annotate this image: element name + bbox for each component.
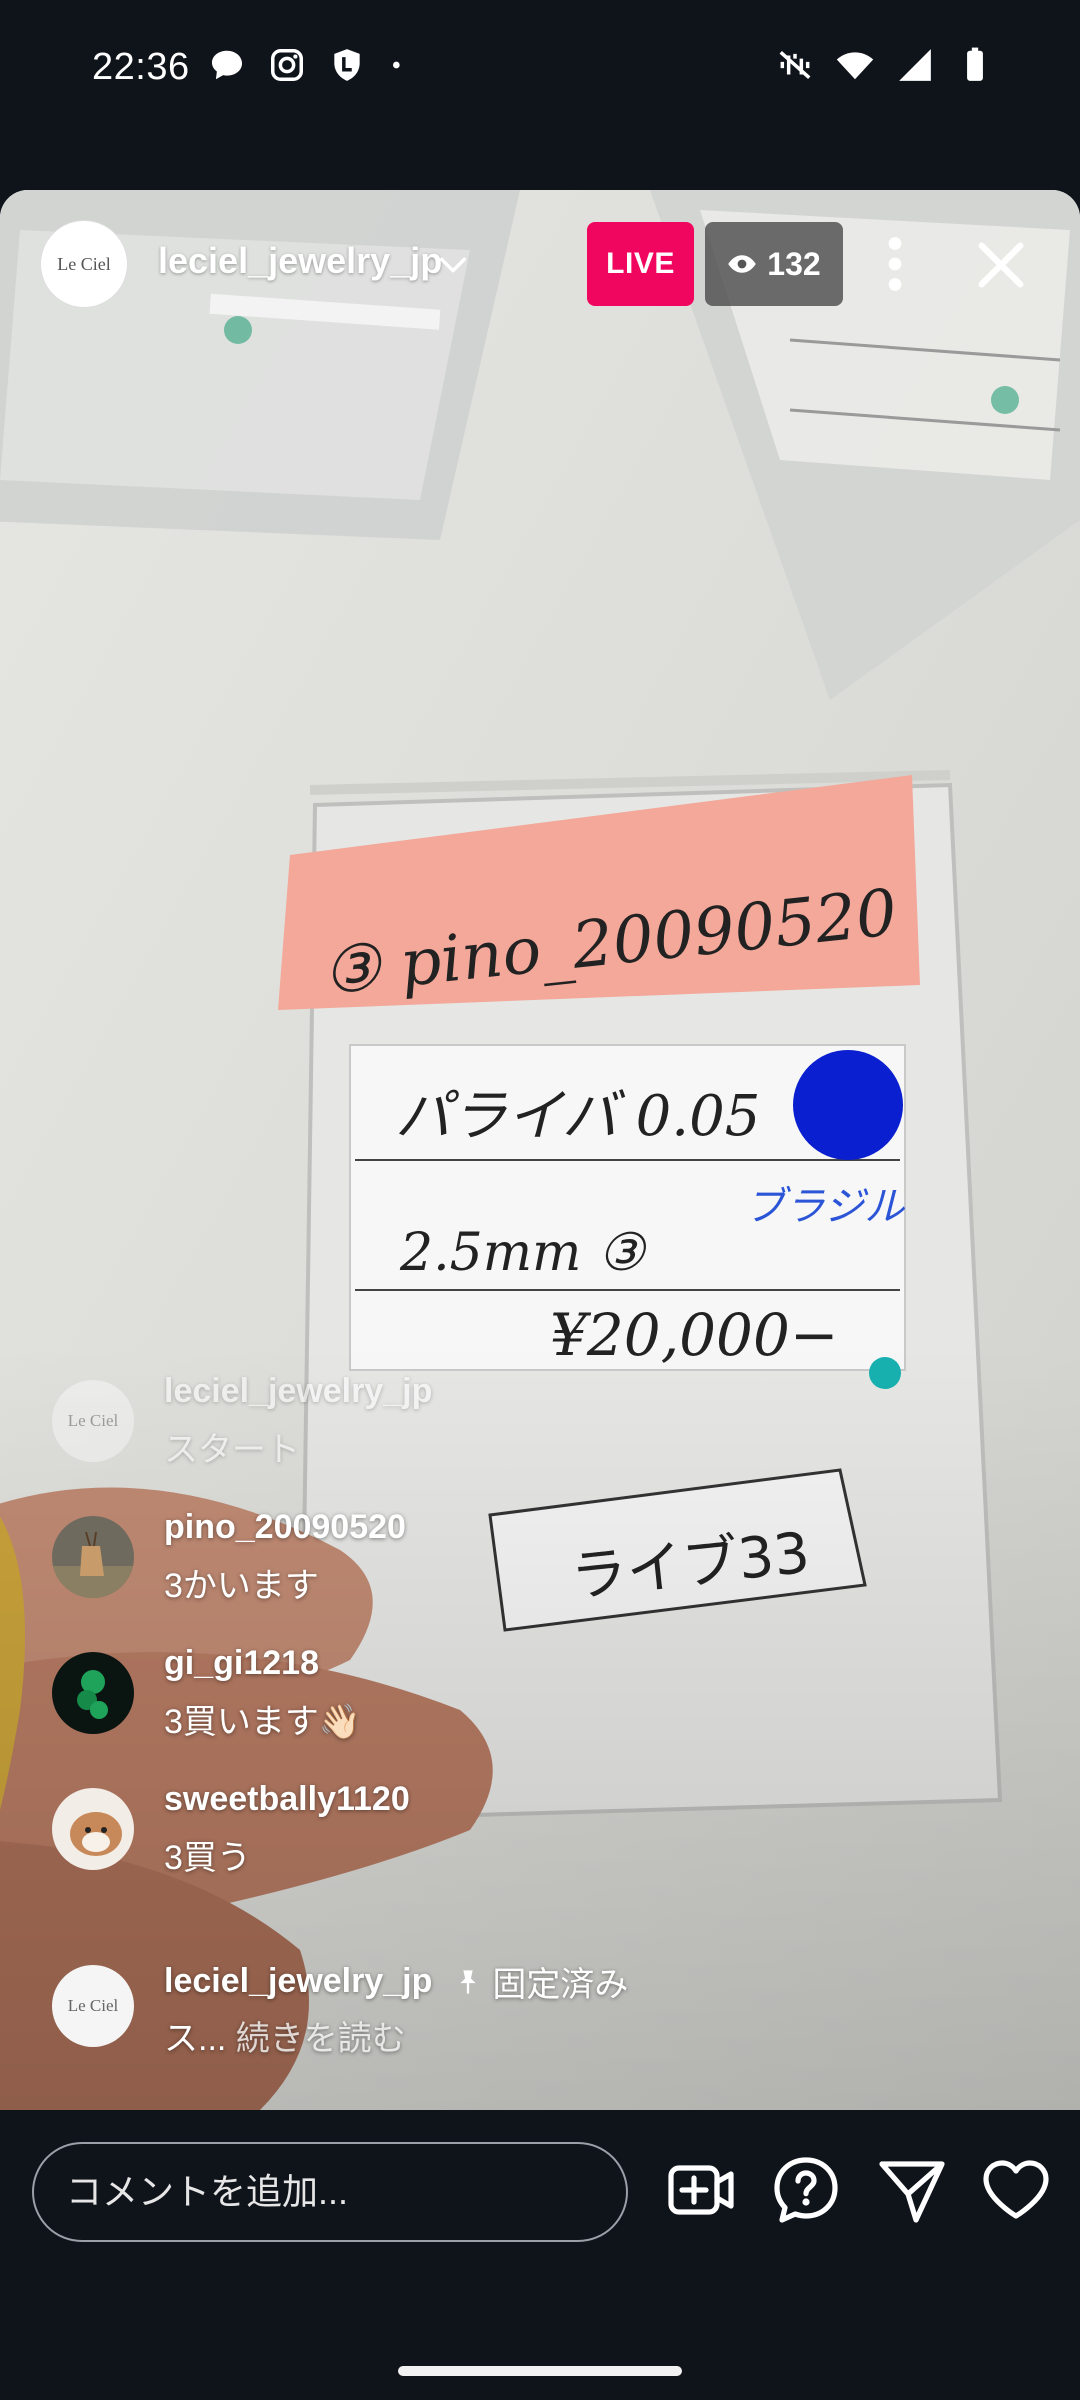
avatar[interactable] — [52, 1788, 134, 1870]
comment-username[interactable]: sweetbally1120 — [164, 1780, 410, 1819]
heart-icon[interactable] — [980, 2154, 1052, 2226]
pinned-header: leciel_jewelry_jp 固定済み — [164, 1957, 628, 2006]
signal-icon — [899, 49, 931, 81]
avatar[interactable]: Le Ciel — [52, 1380, 134, 1462]
wifi-icon — [836, 52, 874, 80]
avatar[interactable] — [52, 1652, 134, 1734]
send-icon[interactable] — [876, 2154, 948, 2226]
chat-bubble-icon — [211, 50, 243, 80]
question-icon[interactable] — [770, 2154, 842, 2226]
eye-icon — [728, 255, 757, 273]
viewer-count-badge[interactable]: 132 — [705, 222, 843, 306]
status-bar: 22:36 — [0, 0, 1080, 140]
comment-text: 3買います👋🏻 — [164, 1703, 362, 1741]
comment-item: Le Ciel leciel_jewelry_jp スタート — [52, 1370, 952, 1490]
close-icon[interactable] — [972, 236, 1030, 294]
comment-username[interactable]: gi_gi1218 — [164, 1644, 319, 1683]
comment-text: 3かいます — [164, 1567, 319, 1605]
status-right-icons — [776, 46, 994, 84]
comment-item: gi_gi1218 3買います👋🏻 — [52, 1642, 952, 1762]
home-indicator[interactable] — [398, 2366, 682, 2376]
live-badge: LIVE — [587, 222, 694, 306]
pinned-username[interactable]: leciel_jewelry_jp — [164, 1962, 432, 2001]
comment-username[interactable]: leciel_jewelry_jp — [164, 1372, 432, 1411]
viewer-count: 132 — [767, 245, 821, 282]
read-more-link[interactable]: 続きを読む — [236, 2020, 406, 2058]
live-header: Le Ciel leciel_jewelry_jp LIVE 132 — [0, 190, 1080, 340]
battery-icon — [967, 47, 983, 81]
comment-text: 3買う — [164, 1839, 251, 1877]
comment-input[interactable] — [32, 2142, 628, 2242]
avatar[interactable] — [52, 1516, 134, 1598]
pinned-comment[interactable]: Le Ciel leciel_jewelry_jp 固定済み ス... 続きを読… — [52, 1955, 1052, 2075]
navigation-bar — [0, 2276, 1080, 2400]
status-left-icons — [208, 46, 408, 84]
comment-item: pino_20090520 3かいます — [52, 1506, 952, 1626]
comment-item: sweetbally1120 3買う — [52, 1778, 952, 1898]
more-options-icon[interactable] — [880, 236, 910, 292]
host-avatar[interactable]: Le Ciel — [40, 220, 128, 308]
pinned-label-text: 固定済み — [492, 1966, 629, 2004]
bottom-bar — [0, 2110, 1080, 2276]
host-username[interactable]: leciel_jewelry_jp — [158, 240, 442, 282]
instagram-icon — [271, 49, 303, 81]
pinned-text-body: ス... — [164, 2020, 227, 2058]
pinned-label: 固定済み — [454, 1957, 628, 2006]
comment-text: スタート — [164, 1431, 300, 1469]
add-video-icon[interactable] — [665, 2154, 737, 2226]
shield-l-icon — [334, 49, 360, 81]
comment-username[interactable]: pino_20090520 — [164, 1508, 406, 1547]
avatar[interactable]: Le Ciel — [52, 1965, 134, 2047]
pin-icon — [460, 1969, 476, 1994]
dot-icon — [393, 61, 400, 69]
chevron-down-icon[interactable] — [436, 248, 470, 282]
vibrate-off-icon — [779, 51, 811, 79]
status-time: 22:36 — [92, 46, 190, 88]
pinned-text: ス... 続きを読む — [164, 2011, 406, 2060]
